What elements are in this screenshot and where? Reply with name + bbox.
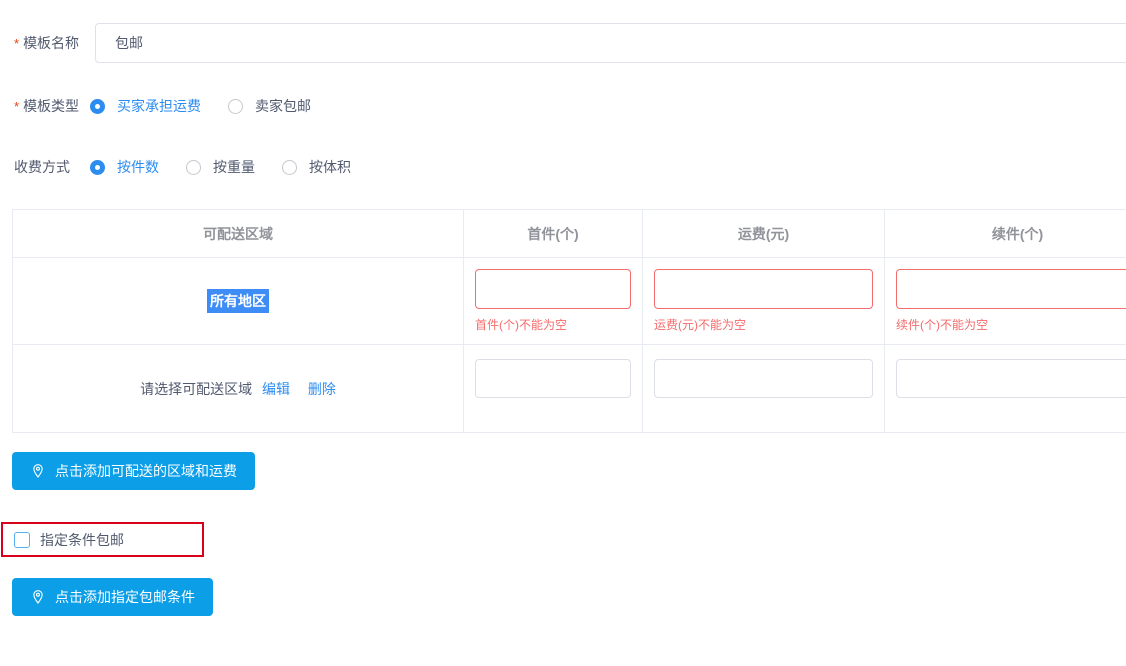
template-name-label: *模板名称 [14, 33, 79, 53]
additional-piece-input[interactable] [896, 359, 1126, 398]
add-condition-button-label: 点击添加指定包邮条件 [55, 587, 195, 607]
shipping-fee-error: 运费(元)不能为空 [654, 316, 873, 333]
template-type-row: *模板类型 买家承担运费 卖家包邮 [14, 96, 338, 116]
radio-unselected-icon[interactable] [282, 160, 297, 175]
conditional-free-shipping-checkbox[interactable] [14, 532, 30, 548]
first-piece-cell [464, 345, 643, 433]
shipping-fee-cell [643, 345, 885, 433]
delete-link[interactable]: 删除 [308, 381, 336, 397]
radio-selected-icon[interactable] [90, 160, 105, 175]
conditional-free-shipping-highlight: 指定条件包邮 [1, 522, 204, 557]
select-region-text: 请选择可配送区域 [140, 381, 252, 397]
additional-piece-cell: 续件(个)不能为空 [885, 258, 1126, 345]
additional-piece-error: 续件(个)不能为空 [896, 316, 1126, 333]
radio-label[interactable]: 按件数 [117, 157, 159, 177]
table-row-all-regions: 所有地区 首件(个)不能为空 运费(元)不能为空 续件(个)不能为空 [13, 258, 1126, 345]
shipping-fee-cell: 运费(元)不能为空 [643, 258, 885, 345]
charge-method-label: 收费方式 [14, 157, 90, 177]
radio-selected-icon[interactable] [90, 99, 105, 114]
column-header-region: 可配送区域 [13, 210, 464, 258]
column-header-additional-piece: 续件(个) [885, 210, 1126, 258]
table-row-select-region: 请选择可配送区域 编辑 删除 [13, 345, 1126, 433]
additional-piece-input[interactable] [896, 269, 1126, 309]
add-condition-button[interactable]: 点击添加指定包邮条件 [12, 578, 213, 616]
radio-label[interactable]: 按重量 [213, 157, 255, 177]
template-name-row: *模板名称 [0, 23, 1126, 63]
radio-label[interactable]: 买家承担运费 [117, 96, 201, 116]
radio-unselected-icon[interactable] [186, 160, 201, 175]
shipping-fee-input[interactable] [654, 359, 873, 398]
conditional-free-shipping-label[interactable]: 指定条件包邮 [40, 530, 124, 550]
location-pin-icon [30, 589, 46, 605]
edit-link[interactable]: 编辑 [262, 381, 290, 397]
all-regions-text[interactable]: 所有地区 [207, 289, 269, 313]
region-cell: 所有地区 [13, 258, 464, 345]
shipping-fee-input[interactable] [654, 269, 873, 309]
template-name-input[interactable] [95, 23, 1126, 63]
column-header-shipping-fee: 运费(元) [643, 210, 885, 258]
charge-method-row: 收费方式 按件数 按重量 按体积 [14, 157, 378, 177]
shipping-template-form: *模板名称 *模板类型 买家承担运费 卖家包邮 收费方式 按件数 按重量 按体积 [0, 0, 1126, 666]
radio-unselected-icon[interactable] [228, 99, 243, 114]
radio-by-piece[interactable]: 按件数 [90, 157, 159, 177]
additional-piece-cell [885, 345, 1126, 433]
first-piece-input[interactable] [475, 359, 631, 398]
shipping-fee-table: 可配送区域 首件(个) 运费(元) 续件(个) 所有地区 首件(个)不能为空 运… [12, 209, 1126, 433]
first-piece-cell: 首件(个)不能为空 [464, 258, 643, 345]
radio-buyer-pays[interactable]: 买家承担运费 [90, 96, 201, 116]
radio-by-volume[interactable]: 按体积 [282, 157, 351, 177]
required-asterisk: * [14, 36, 19, 51]
region-cell: 请选择可配送区域 编辑 删除 [13, 345, 464, 433]
radio-seller-free-shipping[interactable]: 卖家包邮 [228, 96, 311, 116]
first-piece-error: 首件(个)不能为空 [475, 316, 631, 333]
template-type-label: *模板类型 [14, 96, 90, 116]
add-region-button-label: 点击添加可配送的区域和运费 [55, 461, 237, 481]
required-asterisk: * [14, 99, 19, 114]
radio-label[interactable]: 按体积 [309, 157, 351, 177]
table-header-row: 可配送区域 首件(个) 运费(元) 续件(个) [13, 210, 1126, 258]
add-region-button[interactable]: 点击添加可配送的区域和运费 [12, 452, 255, 490]
radio-label[interactable]: 卖家包邮 [255, 96, 311, 116]
location-pin-icon [30, 463, 46, 479]
column-header-first-piece: 首件(个) [464, 210, 643, 258]
radio-by-weight[interactable]: 按重量 [186, 157, 255, 177]
first-piece-input[interactable] [475, 269, 631, 309]
